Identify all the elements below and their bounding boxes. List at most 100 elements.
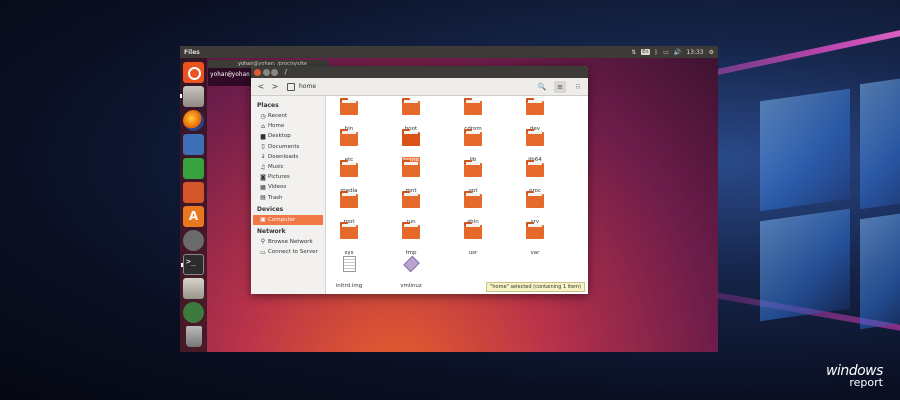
folder-icon	[526, 191, 544, 208]
window-pane	[860, 210, 900, 330]
trash-icon[interactable]	[185, 326, 202, 347]
file-item[interactable]: bin	[329, 98, 369, 134]
grid-view-icon[interactable]: ⁝⁝	[572, 81, 584, 93]
folder-icon	[340, 222, 358, 239]
folder-icon	[340, 98, 358, 115]
folder-icon	[402, 191, 420, 208]
files-window: / < > home 🔍 ≡ ⁝⁝ Places ◷ Recent ⌂ Home ▆…	[251, 66, 588, 294]
folder-icon	[464, 160, 482, 177]
sidebar-item-trash[interactable]: ▤ Trash	[251, 193, 325, 203]
file-item[interactable]: root	[329, 191, 369, 227]
libreoffice-calc-icon[interactable]	[183, 157, 204, 179]
forward-arrow-icon[interactable]: >	[269, 81, 281, 93]
active-app-title: Files	[184, 48, 200, 56]
sidebar-item-downloads[interactable]: ↓ Downloads	[251, 152, 325, 162]
toolbar: < > home 🔍 ≡ ⁝⁝	[251, 78, 588, 96]
close-icon[interactable]	[254, 68, 261, 76]
drive-icon: ▣	[260, 216, 266, 224]
file-item[interactable]: tmp	[391, 222, 431, 258]
home-icon	[287, 82, 295, 91]
file-item[interactable]: dev	[515, 98, 555, 134]
camera-icon: ◙	[260, 173, 266, 181]
file-item[interactable]: opt	[453, 160, 493, 196]
libreoffice-writer-icon[interactable]	[183, 133, 204, 155]
file-name: initrd.img	[335, 283, 363, 289]
sidebar-item-computer[interactable]: ▣ Computer	[253, 214, 323, 225]
system-tray: ⇅ En ᛒ ▭ 🔊 13:33 ⚙	[631, 49, 714, 56]
software-center-icon[interactable]: A	[183, 205, 204, 227]
file-item[interactable]: sbin	[453, 191, 493, 227]
software-updater-icon[interactable]	[183, 301, 204, 323]
music-icon: ♫	[260, 163, 266, 171]
file-name: vmlinuz	[400, 283, 422, 289]
sidebar-item-music[interactable]: ♫ Music	[251, 162, 325, 172]
document-icon: ▯	[261, 143, 265, 151]
file-item[interactable]: usr	[453, 222, 493, 258]
file-item[interactable]: media	[329, 160, 369, 196]
status-bar: "home" selected (containing 1 item)	[486, 282, 585, 292]
file-item[interactable]: cdrom	[453, 98, 493, 134]
network-icon[interactable]: ⇅	[631, 49, 636, 56]
list-view-icon[interactable]: ≡	[554, 80, 566, 93]
window-titlebar[interactable]: /	[251, 66, 588, 78]
sidebar-item-pictures[interactable]: ◙ Pictures	[251, 172, 325, 182]
maximize-icon[interactable]	[271, 68, 278, 76]
libreoffice-impress-icon[interactable]	[183, 181, 204, 203]
launcher: A >_	[180, 58, 207, 352]
file-item[interactable]: mnt	[391, 160, 431, 196]
volume-icon[interactable]: 🔊	[674, 49, 681, 56]
disk-drive-icon[interactable]	[183, 277, 204, 299]
folder-icon	[402, 160, 420, 177]
sidebar-item-home[interactable]: ⌂ Home	[251, 121, 325, 131]
minimize-icon[interactable]	[262, 68, 270, 76]
sidebar-item-desktop[interactable]: ▆ Desktop	[251, 131, 325, 141]
file-name: usr	[468, 250, 478, 256]
file-item[interactable]: sys	[329, 222, 369, 258]
sidebar-item-videos[interactable]: ▦ Videos	[251, 182, 325, 192]
file-item[interactable]: etc	[329, 129, 369, 165]
file-item[interactable]: run	[391, 191, 431, 227]
clock[interactable]: 13:33	[686, 49, 703, 56]
window-pane	[860, 75, 900, 210]
back-arrow-icon[interactable]: <	[255, 81, 267, 93]
window-title: /	[284, 68, 287, 76]
folder-icon	[464, 191, 482, 208]
path-bar[interactable]: home	[287, 80, 316, 93]
clock-icon: ◷	[260, 112, 266, 120]
file-item[interactable]: srv	[515, 191, 555, 227]
file-item[interactable]: boot	[391, 98, 431, 134]
file-item[interactable]: var	[515, 222, 555, 258]
file-item[interactable]: proc	[515, 160, 555, 196]
folder-icon	[526, 160, 544, 177]
file-item[interactable]: lib	[453, 129, 493, 165]
power-gear-icon[interactable]: ⚙	[709, 49, 714, 56]
window-pane	[760, 88, 850, 212]
network-icon: ⚲	[260, 238, 266, 246]
search-icon[interactable]: 🔍	[536, 81, 548, 93]
bluetooth-icon[interactable]: ᛒ	[655, 49, 659, 56]
sidebar-item-browse-network[interactable]: ⚲ Browse Network	[251, 237, 325, 247]
sidebar-item-documents[interactable]: ▯ Documents	[251, 142, 325, 152]
folder-icon	[526, 98, 544, 115]
battery-icon[interactable]: ▭	[663, 49, 669, 56]
folder-icon	[464, 98, 482, 115]
folder-icon	[402, 222, 420, 239]
file-item[interactable]: initrd.img	[329, 256, 369, 291]
file-item[interactable]: home	[391, 129, 431, 165]
folder-icon	[526, 129, 544, 146]
sidebar-item-recent[interactable]: ◷ Recent	[251, 111, 325, 121]
window-pane	[760, 208, 850, 322]
file-item[interactable]: lib64	[515, 129, 555, 165]
firefox-icon[interactable]	[183, 109, 204, 131]
trash-icon: ▤	[260, 194, 266, 202]
location-label: home	[299, 83, 317, 90]
file-item[interactable]: vmlinuz	[391, 255, 431, 291]
brand-logo: windows report	[826, 363, 883, 389]
system-settings-icon[interactable]	[183, 229, 204, 251]
sidebar-item-connect-server[interactable]: ▭ Connect to Server	[251, 247, 325, 257]
keyboard-layout[interactable]: En	[641, 49, 650, 55]
dash-icon[interactable]	[183, 61, 204, 83]
terminal-icon[interactable]: >_	[181, 253, 204, 275]
devices-header: Devices	[257, 205, 284, 213]
files-app-icon[interactable]	[180, 85, 204, 107]
